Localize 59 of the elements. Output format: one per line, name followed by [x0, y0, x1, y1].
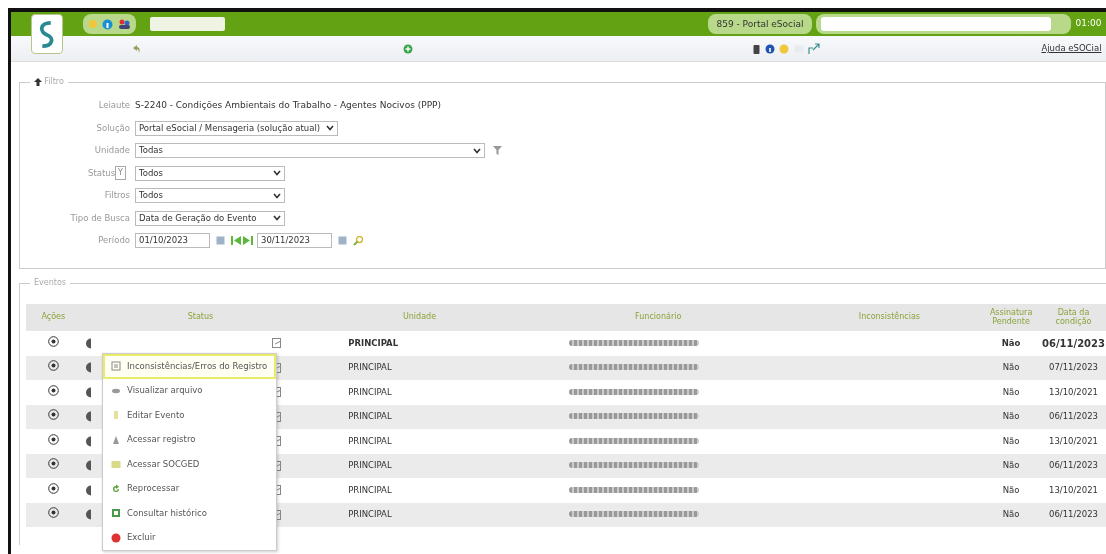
- field-label: Status: [88, 166, 116, 180]
- menu-item[interactable]: Acessar SOCGED: [103, 452, 276, 477]
- select-field[interactable]: Todos: [135, 188, 285, 203]
- field-label: Período: [98, 234, 130, 247]
- date-field[interactable]: 30/11/2023: [257, 233, 332, 248]
- menu-item[interactable]: Reprocessar: [103, 476, 276, 501]
- help-link[interactable]: Ajuda eSOCial: [1041, 42, 1102, 55]
- table-cell: PRINCIPAL: [320, 331, 519, 356]
- table-cell: Não: [981, 502, 1041, 527]
- table-cell: PRINCIPAL: [320, 404, 519, 429]
- table-cell: Não: [981, 429, 1041, 454]
- table-cell: 13/10/2021: [1041, 380, 1106, 405]
- field-label: Unidade: [94, 144, 130, 157]
- table-cell: PRINCIPAL: [320, 355, 519, 380]
- menu-item[interactable]: Editar Evento: [103, 403, 276, 428]
- column-header: Inconsistências: [797, 304, 982, 331]
- column-header: Status: [80, 304, 321, 331]
- table-cell: 13/10/2021: [1041, 429, 1106, 454]
- menu-item[interactable]: Visualizar arquivo: [103, 378, 276, 403]
- clock-text: 01:00: [1075, 17, 1102, 31]
- table-cell: PRINCIPAL: [320, 380, 519, 405]
- table-cell: Não: [981, 331, 1041, 356]
- field-label: Filtros: [104, 189, 130, 202]
- menu-item[interactable]: Excluir: [103, 525, 276, 550]
- field-label: Solução: [96, 121, 130, 135]
- legend-text: Filtro: [44, 76, 64, 88]
- table-cell: 06/11/2023: [1041, 453, 1106, 478]
- select-field[interactable]: Portal eSocial / Mensageria (solução atual): [135, 120, 339, 136]
- column-header: Data da condição: [1041, 304, 1106, 331]
- column-header: Ações: [26, 304, 81, 331]
- table-cell: PRINCIPAL: [320, 502, 519, 527]
- table-cell: 07/11/2023: [1041, 355, 1106, 380]
- table-cell: 06/11/2023: [1041, 404, 1106, 429]
- menu-item[interactable]: Acessar registro: [103, 427, 276, 452]
- menu-item[interactable]: Consultar histórico: [103, 501, 276, 526]
- status-tag: Y: [115, 166, 126, 180]
- table-cell: Não: [981, 404, 1041, 429]
- layout-text: S-2240 - Condições Ambientais do Trabalho - Agentes Nocivos (PPP): [135, 98, 442, 112]
- table-cell: PRINCIPAL: [320, 453, 519, 478]
- table-cell: 06/11/2023: [1041, 502, 1106, 527]
- table-cell: PRINCIPAL: [320, 429, 519, 454]
- field-label: Leiaute: [98, 99, 130, 112]
- menu-item[interactable]: Inconsistências/Erros do Registro: [103, 354, 276, 379]
- table-cell: Não: [981, 453, 1041, 478]
- select-field[interactable]: Todos: [135, 165, 285, 181]
- column-header: Funcionário: [518, 304, 798, 331]
- column-header: Unidade: [320, 304, 519, 331]
- table-cell: Não: [981, 380, 1041, 405]
- field-label: Tipo de Busca: [70, 211, 130, 225]
- table-cell: 13/10/2021: [1041, 478, 1106, 503]
- table-cell: Não: [981, 478, 1041, 503]
- system-button[interactable]: 859 - Portal eSocial: [708, 14, 812, 34]
- table-cell: 06/11/2023: [1041, 331, 1106, 356]
- date-field[interactable]: 01/10/2023: [135, 233, 210, 248]
- table-cell: PRINCIPAL: [320, 478, 519, 503]
- table-cell: Não: [981, 355, 1041, 380]
- select-field[interactable]: Todas: [135, 143, 485, 158]
- column-header: Assinatura Pendente: [981, 304, 1041, 331]
- select-field[interactable]: Data de Geração do Evento: [135, 210, 285, 226]
